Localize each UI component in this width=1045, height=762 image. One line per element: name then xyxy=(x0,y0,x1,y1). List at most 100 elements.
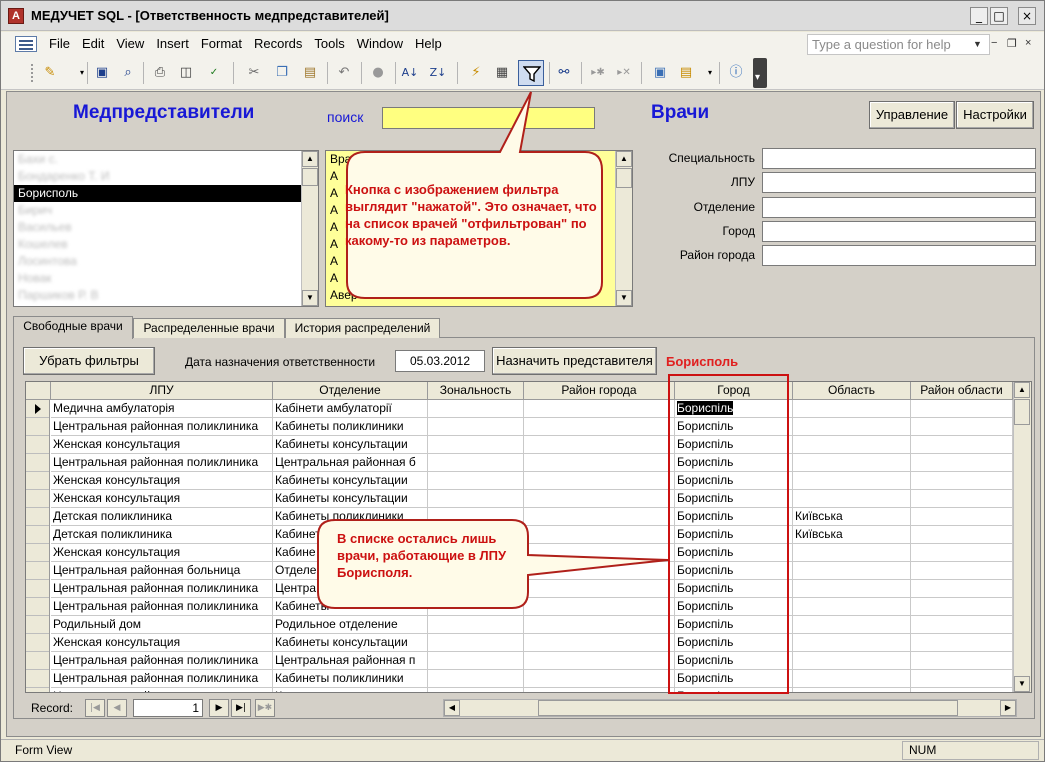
toolbar-grip[interactable] xyxy=(31,64,35,82)
table-cell[interactable] xyxy=(911,436,1013,454)
table-cell[interactable] xyxy=(428,508,524,526)
row-selector[interactable] xyxy=(26,688,49,692)
new-record-nav-icon[interactable]: ▶✱ xyxy=(255,699,275,717)
table-cell[interactable]: Центральная районная больница xyxy=(51,562,273,580)
table-cell[interactable] xyxy=(524,598,675,616)
table-cell[interactable]: Детская поликлиника xyxy=(51,526,273,544)
table-cell[interactable] xyxy=(524,652,675,670)
form-menu-icon[interactable] xyxy=(15,36,37,52)
delete-record-icon[interactable]: ▸✕ xyxy=(615,64,633,82)
menu-format[interactable]: Format xyxy=(195,36,248,52)
grid-column-header[interactable]: Район города xyxy=(524,382,675,400)
maximize-button[interactable]: □ xyxy=(990,7,1008,25)
table-cell[interactable] xyxy=(911,544,1013,562)
minimize-button[interactable]: _ xyxy=(970,7,988,25)
table-cell[interactable] xyxy=(793,634,911,652)
row-selector[interactable] xyxy=(26,616,49,634)
table-cell[interactable] xyxy=(793,400,911,418)
first-record-icon[interactable]: |◀ xyxy=(85,699,105,717)
table-cell[interactable] xyxy=(524,634,675,652)
row-selector[interactable] xyxy=(26,454,49,472)
apply-filter-button-pressed[interactable] xyxy=(518,60,544,86)
table-cell[interactable] xyxy=(524,472,675,490)
menu-records[interactable]: Records xyxy=(248,36,308,52)
table-cell[interactable]: Київська xyxy=(793,508,911,526)
table-cell[interactable]: Женская консультация xyxy=(51,436,273,454)
cut-icon[interactable]: ✂ xyxy=(245,64,263,82)
table-cell[interactable] xyxy=(911,454,1013,472)
sort-ascending-icon[interactable]: A↓ xyxy=(401,64,419,82)
mdi-restore-icon[interactable]: ❐ xyxy=(1007,37,1017,50)
table-cell[interactable] xyxy=(428,418,524,436)
table-cell[interactable]: Кабинеты консультации xyxy=(273,436,428,454)
table-cell[interactable] xyxy=(911,652,1013,670)
tab-free-doctors[interactable]: Свободные врачи xyxy=(13,316,133,339)
table-cell[interactable]: Кабінети амбулаторії xyxy=(273,400,428,418)
doctors-datasheet[interactable]: ЛПУ Отделение Зональность Район города Город… xyxy=(25,381,1032,693)
table-cell[interactable] xyxy=(793,436,911,454)
table-cell[interactable] xyxy=(911,490,1013,508)
table-cell[interactable]: Кабинеты поликлиники xyxy=(273,418,428,436)
save-icon[interactable]: ▣ xyxy=(93,64,111,82)
table-cell[interactable]: Женская консультация xyxy=(51,490,273,508)
rep-list-item[interactable]: Новак xyxy=(14,270,302,287)
menu-help[interactable]: Help xyxy=(409,36,448,52)
grid-horizontal-scrollbar[interactable]: ◀ ▶ xyxy=(443,699,1017,717)
table-cell[interactable] xyxy=(793,616,911,634)
table-cell[interactable] xyxy=(911,616,1013,634)
table-cell[interactable] xyxy=(428,472,524,490)
row-selector[interactable] xyxy=(26,436,49,454)
table-cell[interactable] xyxy=(911,562,1013,580)
table-cell[interactable] xyxy=(793,490,911,508)
row-selector[interactable] xyxy=(26,634,49,652)
table-cell[interactable] xyxy=(428,490,524,508)
table-cell[interactable] xyxy=(428,616,524,634)
table-cell[interactable] xyxy=(793,670,911,688)
table-cell[interactable]: Центральная районная поликлиника xyxy=(51,580,273,598)
row-selector[interactable] xyxy=(26,508,49,526)
menu-window[interactable]: Window xyxy=(351,36,409,52)
table-cell[interactable] xyxy=(524,616,675,634)
table-cell[interactable]: Медична амбулаторія xyxy=(51,400,273,418)
doctors-scrollbar[interactable]: ▲ ▼ xyxy=(615,151,632,306)
specialty-field[interactable] xyxy=(762,148,1036,169)
table-cell[interactable]: Київська xyxy=(793,526,911,544)
table-cell[interactable] xyxy=(428,688,524,692)
search-input[interactable] xyxy=(382,107,595,129)
table-cell[interactable]: Кабинеты поликлиники xyxy=(273,508,428,526)
table-cell[interactable] xyxy=(911,400,1013,418)
assignment-date-field[interactable]: 05.03.2012 xyxy=(395,350,485,372)
table-cell[interactable] xyxy=(428,652,524,670)
scroll-thumb[interactable] xyxy=(616,168,632,188)
toolbar-options-icon[interactable] xyxy=(753,58,767,88)
rep-list-item[interactable]: Кошелев xyxy=(14,236,302,253)
find-icon[interactable]: ⚯ xyxy=(555,64,573,82)
table-cell[interactable] xyxy=(524,670,675,688)
table-cell[interactable] xyxy=(524,688,675,692)
insert-object-icon[interactable]: ● xyxy=(369,64,387,82)
new-object-icon[interactable]: ▤ xyxy=(677,64,695,82)
row-selector[interactable] xyxy=(26,562,49,580)
scroll-thumb[interactable] xyxy=(538,700,958,716)
table-cell[interactable] xyxy=(793,688,911,692)
table-cell[interactable] xyxy=(428,634,524,652)
row-selector[interactable] xyxy=(26,598,49,616)
table-cell[interactable] xyxy=(428,598,524,616)
database-window-icon[interactable]: ▣ xyxy=(651,64,669,82)
table-cell[interactable]: Центральная районная поликлиника xyxy=(51,652,273,670)
undo-icon[interactable]: ↶ xyxy=(335,64,353,82)
scroll-up-icon[interactable]: ▲ xyxy=(302,151,318,167)
department-field[interactable] xyxy=(762,197,1036,218)
menu-file[interactable]: File xyxy=(49,36,76,52)
row-selector[interactable] xyxy=(26,526,49,544)
menu-edit[interactable]: Edit xyxy=(76,36,110,52)
table-cell[interactable] xyxy=(793,598,911,616)
settings-button[interactable]: Настройки xyxy=(956,101,1034,129)
table-cell[interactable]: Центральная районная п xyxy=(273,652,428,670)
design-view-icon[interactable]: ✎ xyxy=(41,64,59,82)
print-icon[interactable]: ⎙ xyxy=(151,64,169,82)
row-selector[interactable] xyxy=(26,490,49,508)
scroll-right-icon[interactable]: ▶ xyxy=(1000,700,1016,716)
district-field[interactable] xyxy=(762,245,1036,266)
prev-record-icon[interactable]: ◀ xyxy=(107,699,127,717)
